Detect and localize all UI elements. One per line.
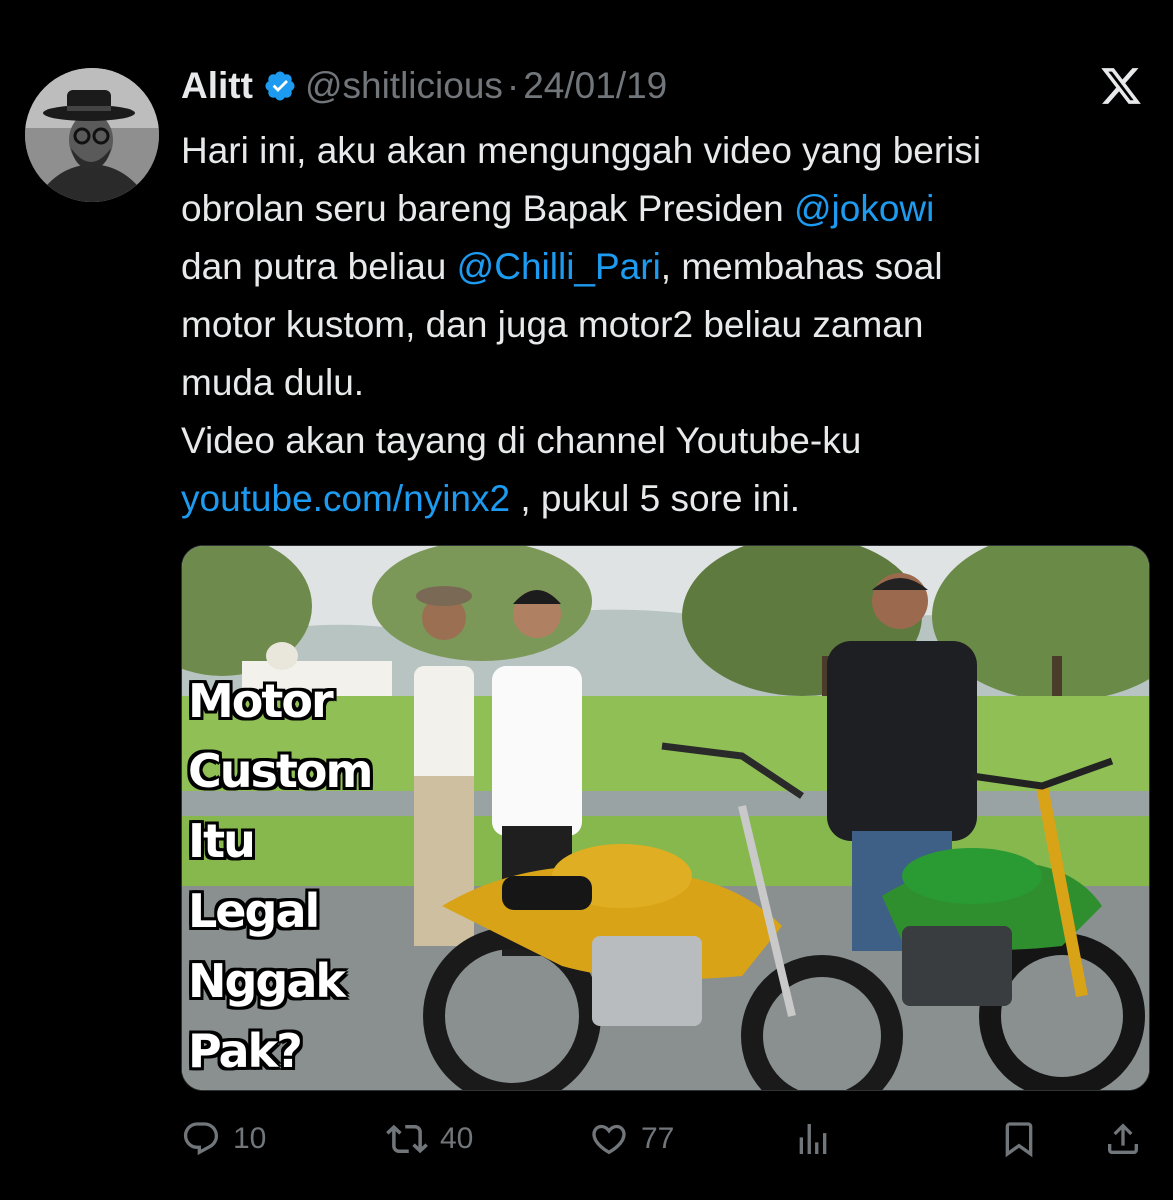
media-overlay-line: Legal xyxy=(188,884,320,938)
mention-link[interactable]: @Chilli_Pari xyxy=(457,246,661,287)
reply-button[interactable]: 10 xyxy=(181,1112,266,1166)
tweet-actions: 10 40 77 xyxy=(181,1112,1146,1166)
verified-badge-icon[interactable] xyxy=(263,69,297,103)
tweet-text-line: obrolan seru bareng Bapak Presiden @joko… xyxy=(181,180,1156,238)
media-overlay-line: Motor xyxy=(188,674,334,728)
tweet-date[interactable]: 24/01/19 xyxy=(523,62,667,110)
tweet-text-line: Hari ini, aku akan mengunggah video yang… xyxy=(181,122,1156,180)
user-handle[interactable]: @shitlicious xyxy=(305,62,503,110)
url-link[interactable]: youtube.com/nyinx2 xyxy=(181,478,510,519)
tweet-text-segment: , pukul 5 sore ini. xyxy=(510,478,801,519)
tweet-text-segment: , membahas soal xyxy=(660,246,943,287)
reply-icon xyxy=(181,1119,221,1159)
tweet-text-line: Video akan tayang di channel Youtube-ku xyxy=(181,412,1156,470)
views-button[interactable] xyxy=(793,1112,833,1166)
media-overlay-line: Nggak xyxy=(188,954,346,1008)
tweet-text-segment: obrolan seru bareng Bapak Presiden xyxy=(181,188,794,229)
share-button[interactable] xyxy=(1103,1112,1143,1166)
x-logo-icon xyxy=(1098,64,1144,108)
tweet-text-segment: Video akan tayang di channel Youtube-ku xyxy=(181,420,862,461)
header-separator: · xyxy=(506,65,520,106)
like-button[interactable]: 77 xyxy=(589,1112,674,1166)
tweet-text-line: dan putra beliau @Chilli_Pari, membahas … xyxy=(181,238,1156,296)
repost-icon xyxy=(386,1118,428,1160)
tweet-card[interactable]: Alitt @shitlicious · 24/01/19 Hari ini, … xyxy=(0,0,1173,1200)
reply-count: 10 xyxy=(233,1122,267,1155)
repost-count: 40 xyxy=(440,1122,474,1155)
repost-button[interactable]: 40 xyxy=(386,1112,473,1166)
media-image[interactable]: Motor Custom Itu Legal Nggak Pak? xyxy=(181,545,1150,1091)
tweet-header: Alitt @shitlicious · 24/01/19 xyxy=(181,62,667,110)
like-count: 77 xyxy=(641,1122,675,1155)
heart-icon xyxy=(589,1119,629,1159)
display-name[interactable]: Alitt xyxy=(181,62,253,110)
bookmark-button[interactable] xyxy=(999,1112,1039,1166)
bookmark-icon xyxy=(999,1119,1039,1159)
media-overlay-line: Pak? xyxy=(188,1024,303,1078)
tweet-text-segment: dan putra beliau xyxy=(181,246,457,287)
tweet-text-segment: motor kustom, dan juga motor2 beliau zam… xyxy=(181,304,924,345)
tweet-text: Hari ini, aku akan mengunggah video yang… xyxy=(181,122,1156,528)
mention-link[interactable]: @jokowi xyxy=(794,188,934,229)
media-overlay-line: Custom xyxy=(188,744,373,798)
tweet-text-segment: Hari ini, aku akan mengunggah video yang… xyxy=(181,130,982,171)
tweet-text-segment: muda dulu. xyxy=(181,362,365,403)
avatar[interactable] xyxy=(25,68,159,202)
media-overlay-line: Itu xyxy=(188,814,256,868)
share-icon xyxy=(1103,1119,1143,1159)
tweet-text-line: motor kustom, dan juga motor2 beliau zam… xyxy=(181,296,1156,354)
views-bar-chart-icon xyxy=(793,1119,833,1159)
tweet-text-line: youtube.com/nyinx2 , pukul 5 sore ini. xyxy=(181,470,1156,528)
media-title-overlay: Motor Custom Itu Legal Nggak Pak? xyxy=(188,666,373,1086)
tweet-text-line: muda dulu. xyxy=(181,354,1156,412)
